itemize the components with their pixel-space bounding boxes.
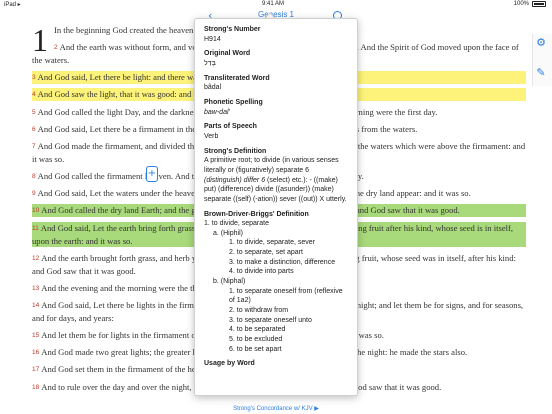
verse-number: 15 [32, 332, 40, 340]
verse-number: 11 [32, 224, 39, 232]
chapter-number: 1 [32, 22, 48, 58]
transliterated-word: bâdal [204, 84, 222, 92]
status-time: 9:41 AM [262, 1, 285, 7]
strongs-number-label: Strong's Number [204, 26, 261, 33]
verse-number: 7 [32, 143, 36, 151]
usage-label[interactable]: Usage by Word [204, 359, 348, 369]
bdb-sublist: 1. to divide, separate, sever 2. to sepa… [229, 238, 348, 277]
bdb-subitem: 6. to be set apart [229, 345, 282, 353]
bdb-stem: a. (Hiphil) [213, 229, 243, 237]
bdb-sublist: 1. to separate oneself from (reflexive o… [229, 287, 348, 355]
verse-number: 8 [32, 173, 36, 181]
bdb-subitem: 2. to withdraw from [229, 307, 289, 315]
battery-icon [532, 1, 546, 7]
verse-number: 10 [32, 207, 40, 215]
transliterated-label: Transliterated Word [204, 74, 270, 82]
strongs-definition: A primitive root; to divide (in various … [204, 156, 348, 204]
bdb-subitem: 3. to make a distinction, difference [229, 258, 336, 266]
strongs-def-label: Strong's Definition [204, 147, 267, 155]
verse-number: 4 [32, 91, 36, 99]
bdb-subitem: 3. to separate oneself unto [229, 316, 312, 324]
verse-number: 12 [32, 254, 40, 262]
original-word: בָּדַל [204, 59, 216, 67]
bdb-subitem: 4. to divide into parts [229, 268, 294, 276]
strongs-def-part: A primitive root; to divide (in various … [204, 157, 339, 174]
verse-number: 9 [32, 190, 36, 198]
battery-percent: 100% [513, 1, 529, 7]
bdb-subitem: 1. to separate oneself from (reflexive o… [229, 287, 343, 305]
selection-start-handle[interactable]: + [146, 166, 158, 182]
strongs-popover[interactable]: Strong's Number H914 Original Word בָּדַ… [194, 18, 358, 396]
bdb-subitem: 1. to divide, separate, sever [229, 239, 315, 247]
verse-number: 17 [32, 366, 40, 374]
verse-number: 14 [32, 302, 40, 309]
strongs-def-part: (distinguish) differ 6 [204, 176, 266, 184]
bdb-label: Brown-Driver-Briggs' Definition [204, 210, 309, 218]
pos-label: Parts of Speech [204, 123, 257, 131]
battery-status: 100% [514, 1, 546, 7]
verse-number: 16 [32, 349, 40, 357]
verse-number: 5 [32, 108, 36, 116]
verse-number: 6 [32, 125, 36, 133]
verse-number: 18 [32, 383, 40, 391]
bdb-subitem: 2. to separate, set apart [229, 249, 303, 257]
bdb-item: 1. to divide, separate [204, 220, 269, 228]
bdb-list: a. (Hiphil) 1. to divide, separate, seve… [213, 229, 348, 355]
verse-number: 2 [54, 44, 58, 52]
device-label: iPad ▸ [4, 2, 21, 8]
verse-number: 3 [32, 74, 36, 82]
part-of-speech: Verb [204, 132, 219, 140]
bdb-stem: b. (Niphal) [213, 278, 246, 286]
gear-icon[interactable]: ⚙ [534, 36, 548, 50]
phonetic-label: Phonetic Spelling [204, 98, 263, 106]
bottom-bar[interactable]: Strong's Concordance w/ KJV ▶ [0, 404, 552, 414]
status-bar: iPad ▸ 9:41 AM 100% [0, 0, 552, 9]
verse-number: 13 [32, 284, 40, 292]
bdb-subitem: 5. to be excluded [229, 336, 283, 344]
strongs-number: H914 [204, 35, 221, 43]
original-word-label: Original Word [204, 50, 251, 58]
bdb-subitem: 4. to be separated [229, 326, 286, 334]
pencil-icon[interactable]: ✎ [534, 66, 548, 80]
phonetic-spelling: baw-dal' [204, 108, 230, 116]
